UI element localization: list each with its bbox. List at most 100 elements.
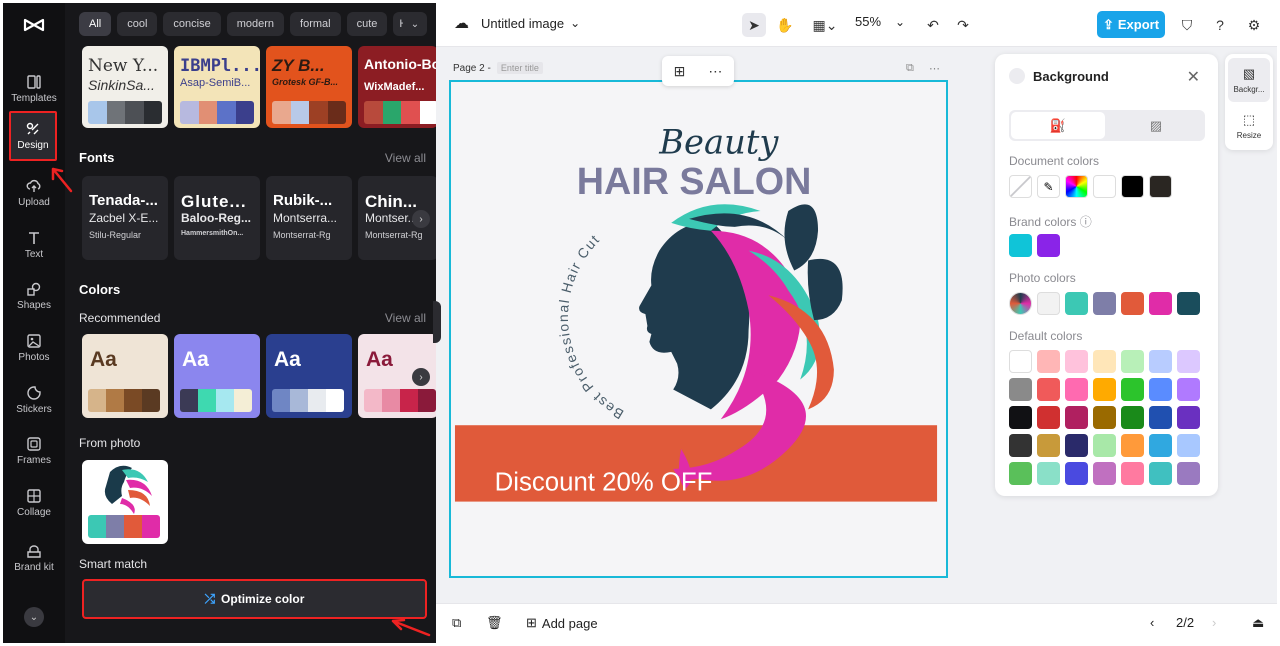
photo-color-swatch[interactable]: [1177, 292, 1200, 315]
duplicate-page-button[interactable]: ⧉: [452, 615, 461, 631]
fill-color-tab[interactable]: ⛽: [1011, 112, 1105, 139]
colors-view-all-link[interactable]: View all: [385, 311, 426, 325]
fonts-view-all-link[interactable]: View all: [385, 151, 426, 165]
default-color-swatch[interactable]: [1065, 406, 1088, 429]
default-color-swatch[interactable]: [1037, 350, 1060, 373]
photo-palette-card[interactable]: [82, 460, 168, 544]
rail-item-brand-kit[interactable]: Brand kit: [7, 531, 61, 585]
rail-item-templates[interactable]: Templates: [7, 65, 61, 113]
settings-button[interactable]: ⚙: [1242, 13, 1266, 37]
pages-panel-button[interactable]: ⏏: [1252, 615, 1264, 631]
default-color-swatch[interactable]: [1177, 378, 1200, 401]
color-swatch[interactable]: [1121, 175, 1144, 198]
default-color-swatch[interactable]: [1121, 434, 1144, 457]
design-canvas[interactable]: Beauty HAIR SALON Best Professional Hair…: [449, 80, 948, 578]
transparent-swatch[interactable]: [1009, 175, 1032, 198]
default-color-swatch[interactable]: [1065, 434, 1088, 457]
default-color-swatch[interactable]: [1009, 406, 1032, 429]
rail-item-text[interactable]: Text: [7, 221, 61, 269]
info-icon[interactable]: ⓘ: [1080, 215, 1092, 229]
default-color-swatch[interactable]: [1149, 350, 1172, 373]
default-color-swatch[interactable]: [1037, 462, 1060, 485]
color-card[interactable]: Aa: [266, 334, 352, 418]
color-card[interactable]: Aa: [174, 334, 260, 418]
default-color-swatch[interactable]: [1177, 434, 1200, 457]
chip-concise[interactable]: concise: [163, 12, 221, 36]
default-color-swatch[interactable]: [1009, 350, 1032, 373]
color-swatch[interactable]: [1093, 175, 1116, 198]
default-color-swatch[interactable]: [1037, 434, 1060, 457]
chip-modern[interactable]: modern: [226, 12, 285, 36]
redo-button[interactable]: ↷: [951, 13, 975, 37]
zoom-menu[interactable]: 55% ⌄: [855, 14, 905, 29]
photo-color-swatch[interactable]: [1121, 292, 1144, 315]
default-color-swatch[interactable]: [1093, 406, 1116, 429]
image-fill-tab[interactable]: ▨: [1109, 112, 1203, 139]
rail-item-stickers[interactable]: Stickers: [7, 376, 61, 424]
rail-item-photos[interactable]: Photos: [7, 324, 61, 372]
page-title-input[interactable]: Enter title: [496, 62, 543, 74]
theme-card[interactable]: ZY B... Grotesk GF-B...: [266, 46, 352, 128]
default-color-swatch[interactable]: [1065, 378, 1088, 401]
delete-page-button[interactable]: 🗑: [486, 615, 503, 631]
default-color-swatch[interactable]: [1121, 350, 1144, 373]
default-color-swatch[interactable]: [1149, 378, 1172, 401]
undo-button[interactable]: ↶: [921, 13, 945, 37]
background-tool-button[interactable]: ▧ Backgr...: [1228, 58, 1270, 102]
default-color-swatch[interactable]: [1009, 434, 1032, 457]
color-card[interactable]: Aa: [82, 334, 168, 418]
shield-button[interactable]: ⛉: [1175, 13, 1199, 37]
add-page-button[interactable]: ⊞ Add page: [526, 615, 598, 631]
eyedropper-icon[interactable]: ✎: [1037, 175, 1060, 198]
prev-page-button[interactable]: ‹: [1150, 615, 1154, 630]
color-swatch[interactable]: [1149, 175, 1172, 198]
duplicate-page-icon[interactable]: ⧉: [906, 62, 914, 75]
photo-color-swatch[interactable]: [1093, 292, 1116, 315]
default-color-swatch[interactable]: [1121, 378, 1144, 401]
font-card[interactable]: Tenada-... Zacbel X-E... Stilu-Regular: [82, 176, 168, 260]
default-color-swatch[interactable]: [1009, 462, 1032, 485]
default-color-swatch[interactable]: [1065, 462, 1088, 485]
default-color-swatch[interactable]: [1093, 462, 1116, 485]
theme-card[interactable]: Antonio-Bo WixMadef...: [358, 46, 436, 128]
chip-formal[interactable]: formal: [290, 12, 341, 36]
photo-color-swatch[interactable]: [1037, 292, 1060, 315]
default-color-swatch[interactable]: [1093, 378, 1116, 401]
fonts-next-button[interactable]: ›: [412, 210, 430, 228]
default-color-swatch[interactable]: [1037, 406, 1060, 429]
rail-item-shapes[interactable]: Shapes: [7, 272, 61, 320]
brand-color-swatch[interactable]: [1009, 234, 1032, 257]
default-color-swatch[interactable]: [1121, 406, 1144, 429]
panel-collapse-handle[interactable]: [433, 301, 441, 343]
theme-card[interactable]: New Y... SinkinSa...: [82, 46, 168, 128]
default-color-swatch[interactable]: [1065, 350, 1088, 373]
default-color-swatch[interactable]: [1149, 462, 1172, 485]
export-button[interactable]: ⇪ Export: [1097, 11, 1165, 38]
photo-color-swatch[interactable]: [1149, 292, 1172, 315]
font-card[interactable]: Rubik-... Montserra... Montserrat-Rg: [266, 176, 352, 260]
default-color-swatch[interactable]: [1093, 434, 1116, 457]
default-color-swatch[interactable]: [1177, 350, 1200, 373]
default-color-swatch[interactable]: [1121, 462, 1144, 485]
chip-all[interactable]: All: [79, 12, 112, 36]
hand-tool-button[interactable]: ✋: [773, 13, 797, 37]
document-title-menu[interactable]: ☁ Untitled image ⌄: [454, 14, 580, 32]
rail-item-design[interactable]: Design: [9, 111, 57, 161]
theme-card[interactable]: IBMPl... Asap-SemiB...: [174, 46, 260, 128]
default-color-swatch[interactable]: [1177, 406, 1200, 429]
capcut-logo-icon[interactable]: [22, 13, 46, 37]
close-icon[interactable]: ✕: [1187, 67, 1200, 87]
default-color-swatch[interactable]: [1093, 350, 1116, 373]
default-color-swatch[interactable]: [1009, 378, 1032, 401]
gradient-picker-swatch[interactable]: [1065, 175, 1088, 198]
default-color-swatch[interactable]: [1149, 406, 1172, 429]
optimize-color-button[interactable]: ⤮ Optimize color: [82, 579, 427, 619]
colors-next-button[interactable]: ›: [412, 368, 430, 386]
brand-color-swatch[interactable]: [1037, 234, 1060, 257]
collapse-rail-button[interactable]: ⌄: [24, 607, 44, 627]
photo-color-swatch[interactable]: [1065, 292, 1088, 315]
photo-thumbnail-swatch[interactable]: [1009, 292, 1032, 315]
rail-item-upload[interactable]: Upload: [7, 169, 61, 217]
chip-cool[interactable]: cool: [117, 12, 158, 36]
add-frame-icon[interactable]: ⊞: [674, 63, 686, 80]
